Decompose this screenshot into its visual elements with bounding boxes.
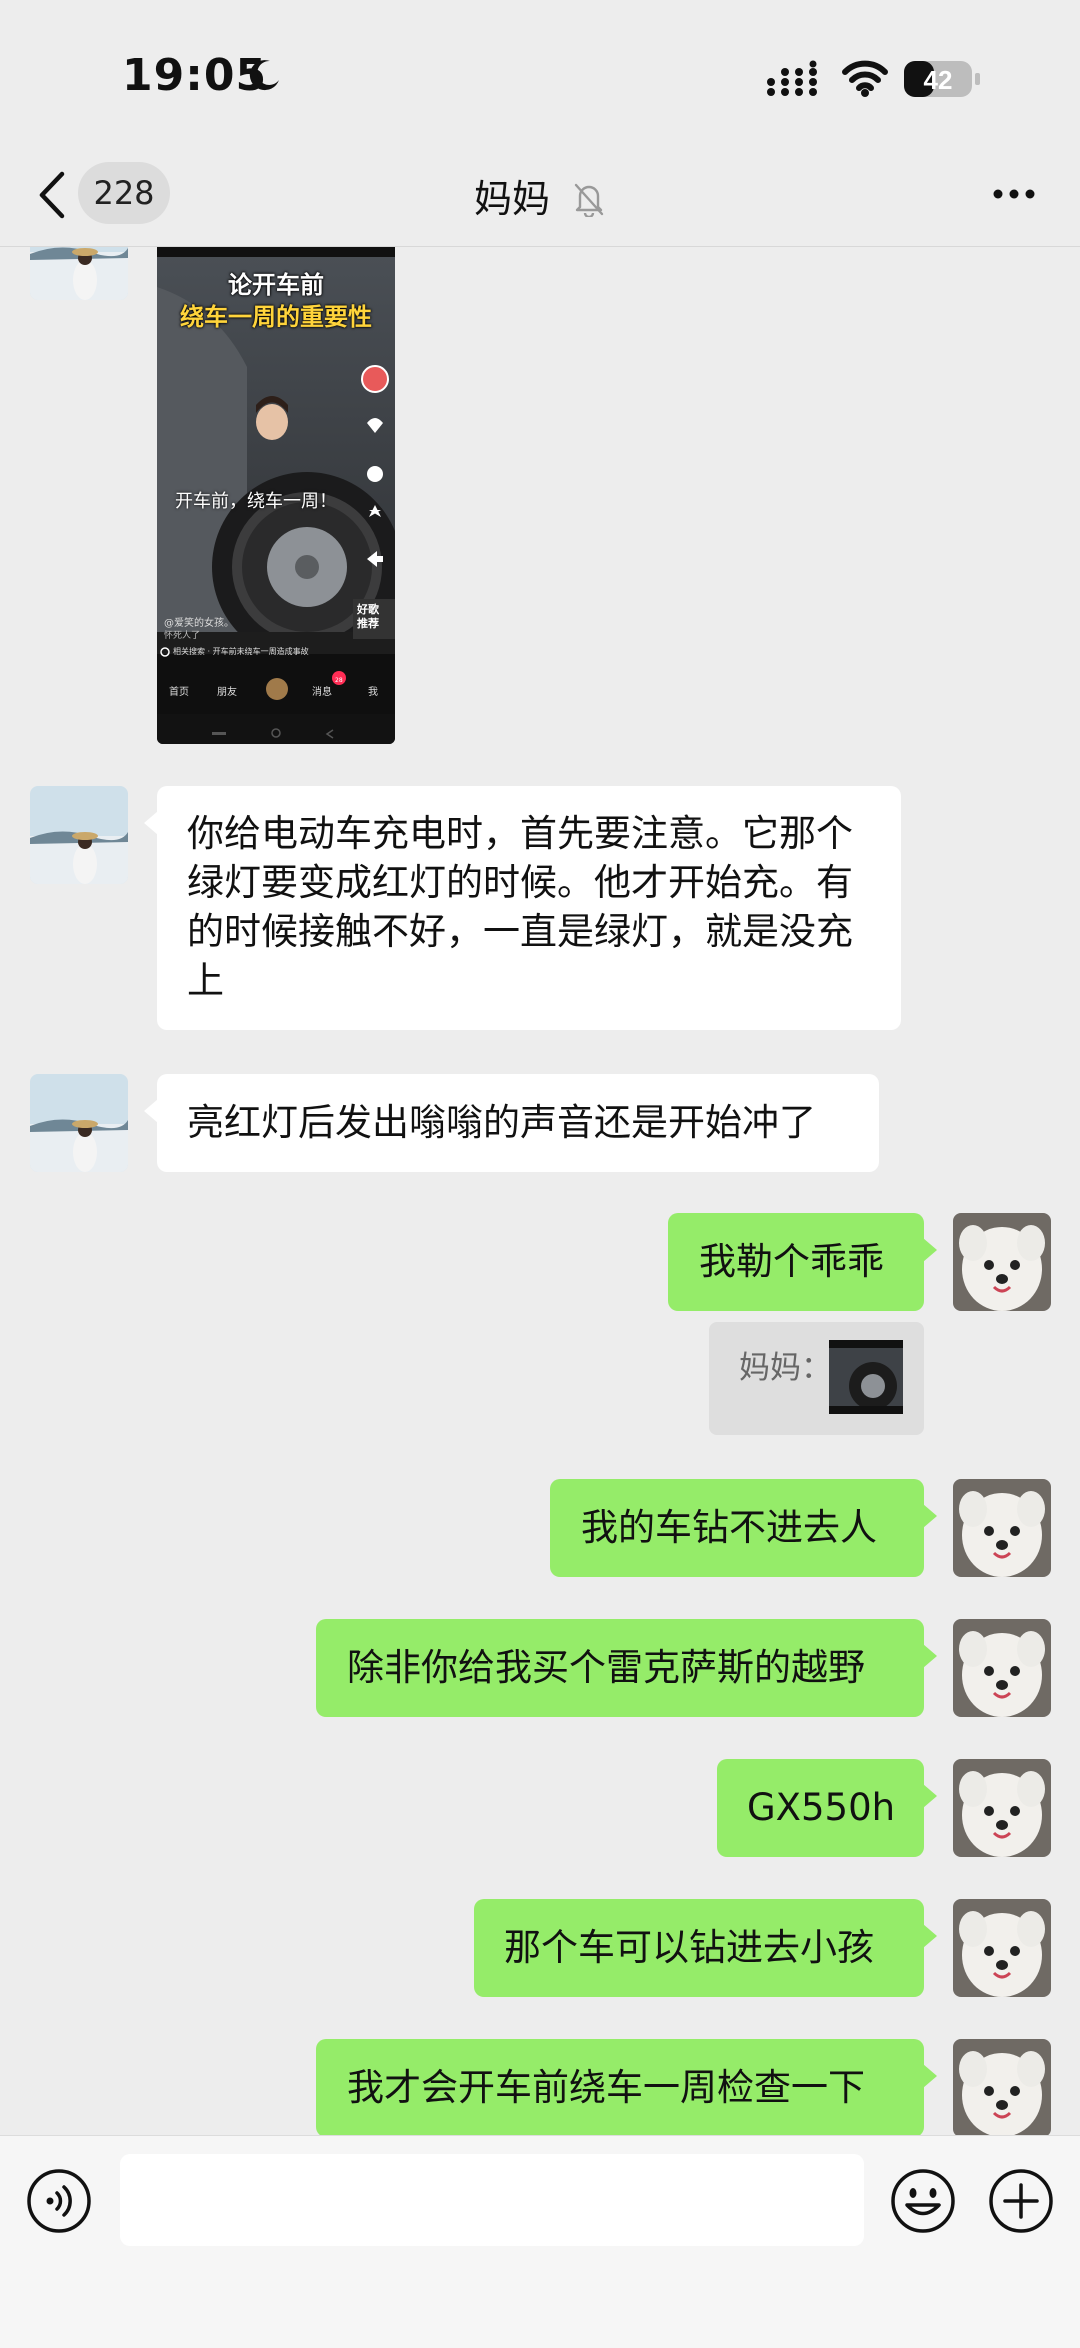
video-headline-line2: 绕车一周的重要性 [180,303,372,331]
video-nav-me: 我 [368,687,378,698]
message-text: 你给电动车充电时，首先要注意。它那个绿灯要变成红灯的时候。他才开始充。有的时候接… [187,812,853,1002]
video-side-tag: 好歌 推荐 [357,603,379,631]
video-nav-badge: 28 [335,677,343,684]
message-text: GX550h [747,1786,896,1829]
video-headline: 论开车前 绕车一周的重要性 [157,269,395,333]
chat-header: 228 妈妈 [0,150,1080,247]
message-bubble[interactable]: 你给电动车充电时，首先要注意。它那个绿灯要变成红灯的时候。他才开始充。有的时候接… [157,786,901,1030]
my-avatar[interactable] [953,1213,1051,1311]
bubble-tail [923,2064,937,2088]
message-list[interactable]: 论开车前 绕车一周的重要性 开车前，绕车一周！ @爱笑的女孩。 怀死人了 好歌 … [0,247,1080,2135]
smile-icon[interactable] [890,2168,956,2234]
shared-video-card[interactable]: 论开车前 绕车一周的重要性 开车前，绕车一周！ @爱笑的女孩。 怀死人了 好歌 … [157,247,395,744]
message-bubble[interactable]: 我的车钻不进去人 [550,1479,924,1577]
message-text: 我才会开车前绕车一周检查一下 [347,2066,865,2109]
video-author: @爱笑的女孩。 [164,618,234,629]
battery-icon: 42 [904,61,980,97]
message-text: 那个车可以钻进去小孩 [504,1926,874,1969]
video-side-tag-1: 好歌 [357,603,379,616]
video-nav-messages: 消息 [312,687,332,698]
message-bubble[interactable]: 除非你给我买个雷克萨斯的越野 [316,1619,924,1717]
contact-avatar[interactable] [30,786,128,884]
chat-title: 妈妈 [0,168,1080,227]
video-headline-line1: 论开车前 [228,271,324,299]
quoted-message[interactable]: 妈妈： [709,1322,924,1435]
video-nav-friends: 朋友 [217,687,237,698]
battery-level: 42 [924,65,953,95]
cellular-signal-icon [767,60,817,96]
message-bubble[interactable]: 亮红灯后发出嗡嗡的声音还是开始冲了 [157,1074,879,1172]
bubble-tail [923,1238,937,1262]
quote-thumbnail [829,1340,903,1414]
input-bar [0,2135,1080,2348]
status-time: 19:05 [122,50,268,101]
more-dots-icon[interactable] [992,188,1036,200]
video-side-tag-2: 推荐 [357,617,379,630]
contact-name: 妈妈 [473,176,550,221]
bubble-tail [923,1924,937,1948]
message-input[interactable] [120,2154,864,2246]
quote-label: 妈妈： [739,1350,832,1386]
bubble-tail [923,1504,937,1528]
my-avatar[interactable] [953,1759,1051,1857]
message-text: 除非你给我买个雷克萨斯的越野 [347,1646,865,1689]
video-sub-author: 怀死人了 [164,631,201,641]
message-text: 我勒个乖乖 [699,1240,884,1283]
moon-icon [249,60,279,91]
contact-avatar[interactable] [30,1074,128,1172]
message-bubble[interactable]: GX550h [717,1759,924,1857]
video-nav-home: 首页 [169,687,189,698]
voice-icon[interactable] [26,2168,92,2234]
video-caption: 开车前，绕车一周！ [175,491,337,512]
bell-off-icon [574,183,604,217]
contact-avatar[interactable] [30,247,128,300]
message-text: 亮红灯后发出嗡嗡的声音还是开始冲了 [187,1101,816,1144]
bubble-tail [923,1784,937,1808]
my-avatar[interactable] [953,2039,1051,2135]
my-avatar[interactable] [953,1619,1051,1717]
status-bar: 19:05 42 [0,0,1080,150]
video-search-hint: 相关搜索 · 开车前未绕车一周造成事故 [173,647,309,656]
my-avatar[interactable] [953,1479,1051,1577]
plus-icon[interactable] [988,2168,1054,2234]
my-avatar[interactable] [953,1899,1051,1997]
bubble-tail [144,1099,158,1123]
message-bubble[interactable]: 我勒个乖乖 [668,1213,924,1311]
message-text: 我的车钻不进去人 [581,1506,877,1549]
bubble-tail [144,811,158,835]
message-bubble[interactable]: 那个车可以钻进去小孩 [474,1899,924,1997]
wifi-icon [842,60,888,97]
bubble-tail [923,1644,937,1668]
message-bubble[interactable]: 我才会开车前绕车一周检查一下 [316,2039,924,2135]
